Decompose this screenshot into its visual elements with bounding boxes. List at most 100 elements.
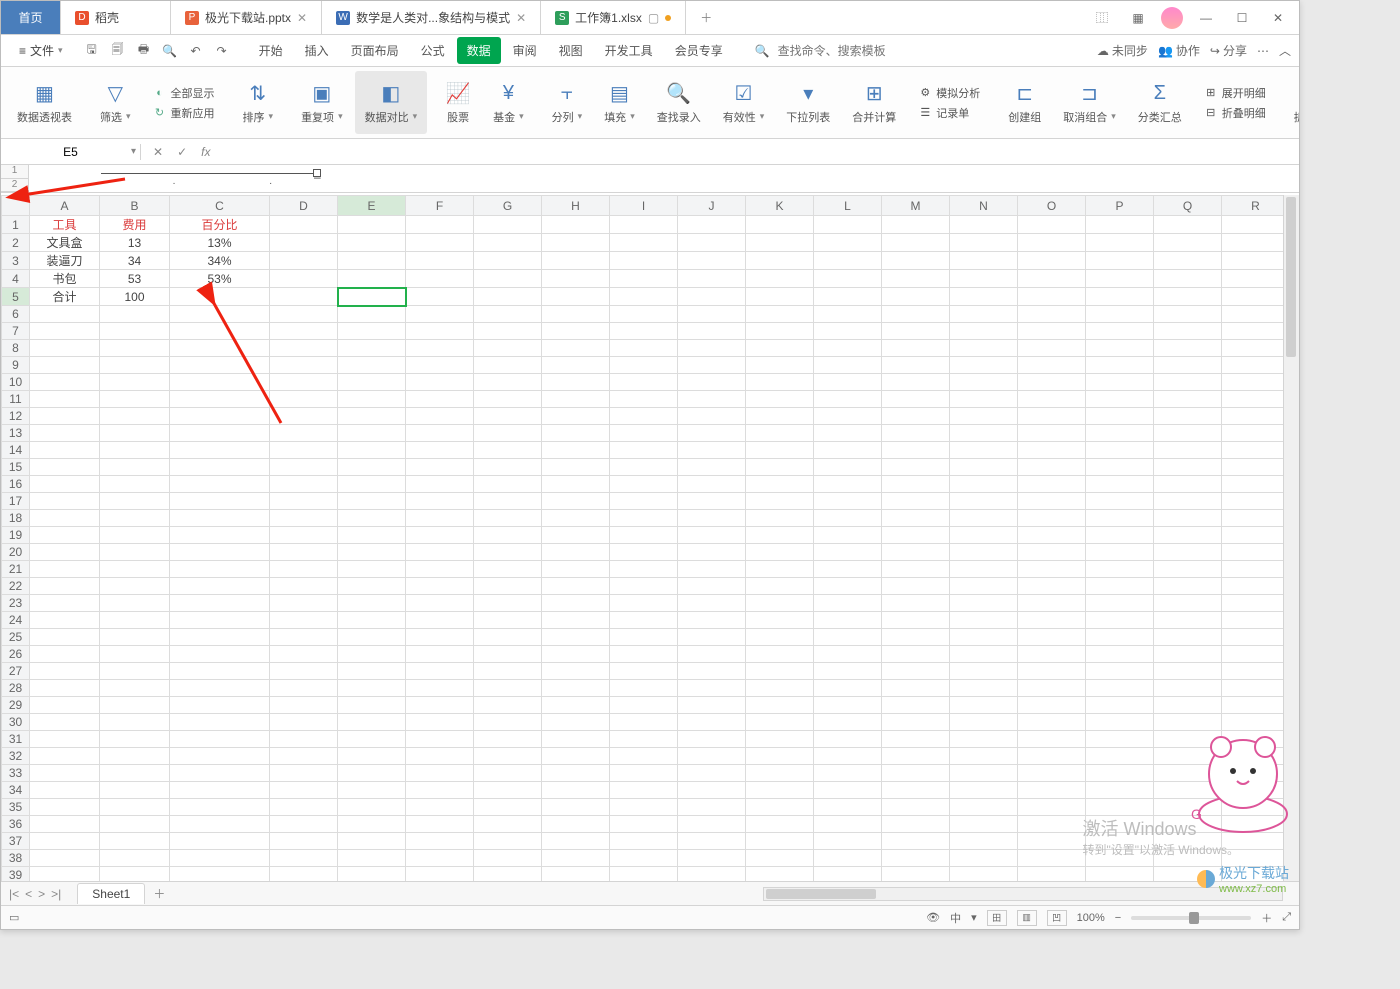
cell-D31[interactable] [270,731,338,748]
cell-O29[interactable] [1018,697,1086,714]
cell-O7[interactable] [1018,323,1086,340]
cell-D27[interactable] [270,663,338,680]
row-header-16[interactable]: 16 [2,476,30,493]
cell-M38[interactable] [882,850,950,867]
cell-D5[interactable] [270,288,338,306]
cell-O35[interactable] [1018,799,1086,816]
cell-L24[interactable] [814,612,882,629]
column-header-E[interactable]: E [338,196,406,216]
cell-R19[interactable] [1222,527,1290,544]
cell-E24[interactable] [338,612,406,629]
cell-Q2[interactable] [1154,234,1222,252]
cell-A23[interactable] [30,595,100,612]
cell-L5[interactable] [814,288,882,306]
cell-R31[interactable] [1222,731,1290,748]
cell-M19[interactable] [882,527,950,544]
row-header-24[interactable]: 24 [2,612,30,629]
cell-P3[interactable] [1086,252,1154,270]
cell-P31[interactable] [1086,731,1154,748]
cell-A34[interactable] [30,782,100,799]
scrollbar-thumb[interactable] [766,889,876,899]
cell-R7[interactable] [1222,323,1290,340]
cell-D34[interactable] [270,782,338,799]
cell-E34[interactable] [338,782,406,799]
cell-P22[interactable] [1086,578,1154,595]
cell-M25[interactable] [882,629,950,646]
cell-D20[interactable] [270,544,338,561]
add-sheet-button[interactable]: ＋ [153,885,165,902]
cell-F1[interactable] [406,216,474,234]
cell-P6[interactable] [1086,306,1154,323]
cell-N4[interactable] [950,270,1018,288]
cell-B13[interactable] [100,425,170,442]
cell-A9[interactable] [30,357,100,374]
cell-K9[interactable] [746,357,814,374]
cell-D18[interactable] [270,510,338,527]
cell-F15[interactable] [406,459,474,476]
cell-F38[interactable] [406,850,474,867]
cell-M23[interactable] [882,595,950,612]
cell-K20[interactable] [746,544,814,561]
cell-F4[interactable] [406,270,474,288]
cell-I28[interactable] [610,680,678,697]
collab-button[interactable]: 👥协作 [1158,42,1200,59]
cell-R35[interactable] [1222,799,1290,816]
cell-J4[interactable] [678,270,746,288]
cell-K36[interactable] [746,816,814,833]
cell-R32[interactable] [1222,748,1290,765]
cell-Q5[interactable] [1154,288,1222,306]
cell-P18[interactable] [1086,510,1154,527]
cell-N17[interactable] [950,493,1018,510]
undo-icon[interactable]: ↶ [187,42,205,60]
chevron-down-icon[interactable]: ▾ [131,146,136,157]
cell-G23[interactable] [474,595,542,612]
cell-K28[interactable] [746,680,814,697]
cell-F5[interactable] [406,288,474,306]
cell-A28[interactable] [30,680,100,697]
cell-C20[interactable] [170,544,270,561]
close-icon[interactable]: ✕ [297,11,307,25]
cell-A31[interactable] [30,731,100,748]
cell-R24[interactable] [1222,612,1290,629]
cell-B26[interactable] [100,646,170,663]
cell-P4[interactable] [1086,270,1154,288]
cell-J30[interactable] [678,714,746,731]
cell-I3[interactable] [610,252,678,270]
cell-H19[interactable] [542,527,610,544]
tab-home[interactable]: 首页 [1,1,61,34]
cell-N7[interactable] [950,323,1018,340]
close-window-button[interactable]: ✕ [1265,5,1291,31]
cell-E16[interactable] [338,476,406,493]
cell-B39[interactable] [100,867,170,882]
cell-B36[interactable] [100,816,170,833]
row-header-4[interactable]: 4 [2,270,30,288]
cell-B4[interactable]: 53 [100,270,170,288]
cell-D26[interactable] [270,646,338,663]
cell-M32[interactable] [882,748,950,765]
cell-N21[interactable] [950,561,1018,578]
cell-M33[interactable] [882,765,950,782]
cell-I32[interactable] [610,748,678,765]
cell-F13[interactable] [406,425,474,442]
cell-G27[interactable] [474,663,542,680]
cell-F10[interactable] [406,374,474,391]
cell-A20[interactable] [30,544,100,561]
cell-R17[interactable] [1222,493,1290,510]
cell-N22[interactable] [950,578,1018,595]
user-avatar[interactable] [1161,7,1183,29]
cell-G8[interactable] [474,340,542,357]
cell-C30[interactable] [170,714,270,731]
cell-J21[interactable] [678,561,746,578]
group-button[interactable]: ⊏创建组 [998,71,1051,134]
cell-I17[interactable] [610,493,678,510]
cell-A35[interactable] [30,799,100,816]
cell-N38[interactable] [950,850,1018,867]
cell-D30[interactable] [270,714,338,731]
cell-E12[interactable] [338,408,406,425]
cell-E10[interactable] [338,374,406,391]
cell-Q8[interactable] [1154,340,1222,357]
cell-G34[interactable] [474,782,542,799]
cell-L31[interactable] [814,731,882,748]
cell-M36[interactable] [882,816,950,833]
cell-D17[interactable] [270,493,338,510]
